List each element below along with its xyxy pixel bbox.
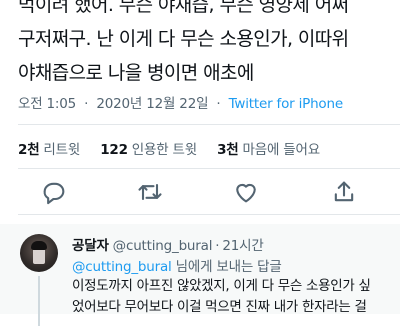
tweet-stats: 2천 리트윗 122 인용한 트윗 3천 마음에 들어요 — [18, 138, 336, 158]
like-count: 3천 — [217, 142, 239, 158]
reply-time[interactable]: 21시간 — [222, 238, 263, 254]
tweet-client-link[interactable]: Twitter for iPhone — [229, 96, 344, 112]
like-icon — [236, 183, 256, 203]
retweet-icon — [138, 183, 162, 201]
share-icon — [334, 181, 354, 202]
quote-count: 122 — [100, 142, 128, 158]
like-label: 마음에 들어요 — [242, 142, 321, 158]
reply-to-mention[interactable]: @cutting_bural — [72, 259, 172, 275]
tweet-text: 먹이려 했어. 무슨 야채즙, 무슨 영양제 어쩌 구저쩌구. 난 이게 다 무… — [18, 0, 390, 90]
avatar-hair — [31, 241, 47, 250]
reply-body-line: 이정도까지 아프진 않았겠지, 이게 다 무슨 소용인가 싶 — [72, 278, 371, 294]
tweet-text-line: 먹이려 했어. 무슨 야채즙, 무슨 영양제 어쩌 — [18, 0, 349, 16]
tweet-metadata: 오전 1:05 · 2020년 12월 22일 · Twitter for iP… — [18, 92, 343, 112]
like-stat[interactable]: 3천 마음에 들어요 — [217, 142, 320, 158]
avatar[interactable] — [20, 234, 58, 272]
reply-body-line: 었어보다 무어보다 이걸 먹으면 진짜 내가 한자라는 걸 — [72, 299, 367, 315]
reply-display-name[interactable]: 공달자 — [72, 238, 109, 254]
reply-header: 공달자 @cutting_bural · 21시간 — [72, 234, 264, 254]
replying-to: @cutting_bural 님에게 보내는 답글 — [72, 255, 282, 275]
tweet-date[interactable]: 2020년 12월 22일 — [96, 96, 208, 112]
tweet-actions — [0, 170, 400, 214]
reply-icon — [43, 182, 65, 205]
tweet-text-line: 구저쩌구. 난 이게 다 무슨 소용인가, 이따위 — [18, 28, 349, 50]
share-button[interactable] — [330, 178, 358, 206]
retweet-label: 리트윗 — [43, 142, 81, 158]
reply-to-suffix: 님에게 보내는 답글 — [171, 259, 282, 275]
meta-separator: · — [216, 96, 221, 112]
reply-body: 이정도까지 아프진 않았겠지, 이게 다 무슨 소용인가 싶 었어보다 무어보다… — [72, 276, 400, 318]
reply-button[interactable] — [40, 178, 68, 206]
like-button[interactable] — [232, 178, 260, 206]
divider — [18, 214, 400, 215]
tweet-text-line: 야채즙으로 나을 병이면 애초에 — [18, 62, 254, 84]
divider — [18, 168, 400, 169]
retweet-count: 2천 — [18, 142, 40, 158]
reply-dot: · — [215, 238, 220, 254]
thread-line — [38, 276, 40, 326]
quote-label: 인용한 트윗 — [131, 142, 197, 158]
retweet-stat[interactable]: 2천 리트윗 — [18, 142, 84, 158]
reply-tweet[interactable]: 공달자 @cutting_bural · 21시간 @cutting_bural 님에… — [0, 224, 400, 326]
reply-handle[interactable]: @cutting_bural — [113, 238, 213, 254]
divider — [18, 124, 400, 125]
meta-separator: · — [84, 96, 89, 112]
tweet-time[interactable]: 오전 1:05 — [18, 96, 76, 112]
retweet-button[interactable] — [136, 178, 164, 206]
quote-stat[interactable]: 122 인용한 트윗 — [100, 142, 201, 158]
